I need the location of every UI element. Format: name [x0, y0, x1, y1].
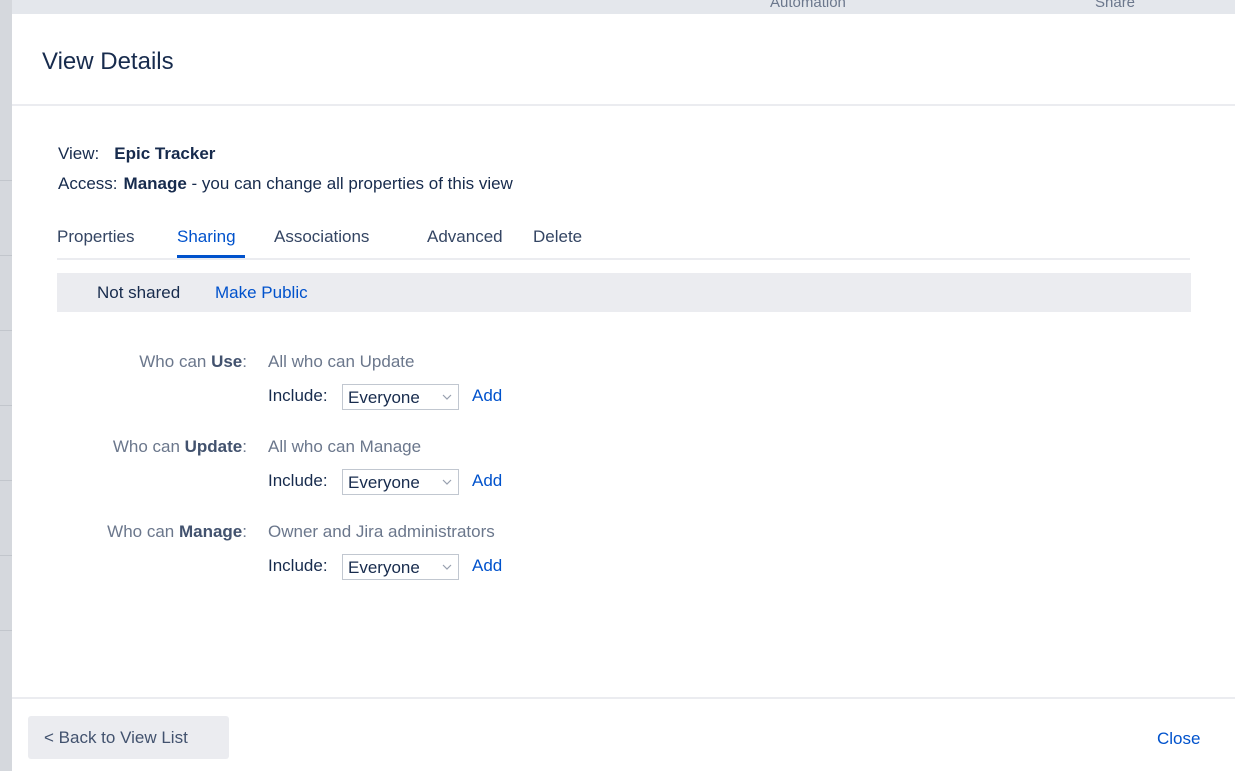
permission-use-label: Who can Use:: [139, 352, 247, 372]
background-toolbar: Automation Share: [0, 0, 1235, 14]
include-label: Include:: [268, 386, 328, 405]
permission-suffix: :: [242, 522, 247, 541]
access-level: Manage: [123, 174, 187, 193]
select-value: Everyone: [348, 473, 420, 492]
dialog-header: View Details: [12, 14, 1235, 106]
background-left-edge: [0, 0, 12, 771]
update-add-link[interactable]: Add: [472, 471, 502, 491]
manage-add-link[interactable]: Add: [472, 556, 502, 576]
permission-suffix: :: [242, 437, 247, 456]
view-name-row: View: Epic Tracker: [58, 144, 215, 164]
permission-keyword: Update: [184, 437, 243, 456]
tab-associations[interactable]: Associations: [274, 227, 369, 247]
tab-advanced[interactable]: Advanced: [427, 227, 503, 247]
use-add-link[interactable]: Add: [472, 386, 502, 406]
update-include-select[interactable]: Everyone: [342, 469, 459, 495]
tab-properties[interactable]: Properties: [57, 227, 134, 247]
permission-keyword: Manage: [178, 522, 243, 541]
permission-manage-value: Owner and Jira administrators: [268, 522, 495, 541]
permission-manage-label: Who can Manage:: [107, 522, 247, 542]
manage-include-select[interactable]: Everyone: [342, 554, 459, 580]
sharing-status: Not shared: [97, 283, 181, 302]
background-automation-text: Automation: [770, 0, 846, 11]
permission-prefix: Who can: [112, 437, 185, 456]
view-label: View:: [58, 144, 100, 163]
chevron-down-icon: [442, 394, 452, 400]
view-details-dialog: View Details View: Epic Tracker Access: Ma…: [12, 14, 1235, 771]
active-tab-indicator: [177, 255, 245, 258]
permission-prefix: Who can: [107, 522, 179, 541]
chevron-down-icon: [442, 564, 452, 570]
use-include-select[interactable]: Everyone: [342, 384, 459, 410]
access-description: - you can change all properties of this …: [186, 174, 513, 193]
view-name: Epic Tracker: [114, 144, 216, 163]
permission-update-value: All who can Manage: [268, 437, 422, 456]
access-row: Access: Manage - you can change all prope…: [58, 174, 513, 194]
close-link[interactable]: Close: [1157, 729, 1200, 749]
dialog-title: View Details: [42, 48, 174, 75]
tab-bar: Properties Sharing Associations Advanced…: [57, 226, 1190, 260]
access-label: Access:: [58, 174, 118, 193]
permission-use-value: All who can Update: [268, 352, 415, 371]
sharing-status-bar: Not shared Make Public: [57, 273, 1191, 312]
tab-delete[interactable]: Delete: [533, 227, 582, 247]
tab-sharing[interactable]: Sharing: [177, 227, 236, 247]
select-value: Everyone: [348, 558, 420, 577]
permission-prefix: Who can: [139, 352, 212, 371]
permission-update-label: Who can Update:: [113, 437, 247, 457]
permission-keyword: Use: [211, 352, 243, 371]
include-label: Include:: [268, 471, 328, 490]
background-share-text: Share: [1095, 0, 1136, 11]
back-to-view-list-button[interactable]: < Back to View List: [28, 716, 229, 759]
dialog-footer: < Back to View List Close: [12, 697, 1235, 773]
permission-suffix: :: [242, 352, 247, 371]
chevron-down-icon: [442, 479, 452, 485]
include-label: Include:: [268, 556, 328, 575]
select-value: Everyone: [348, 388, 420, 407]
make-public-link[interactable]: Make Public: [215, 283, 308, 303]
